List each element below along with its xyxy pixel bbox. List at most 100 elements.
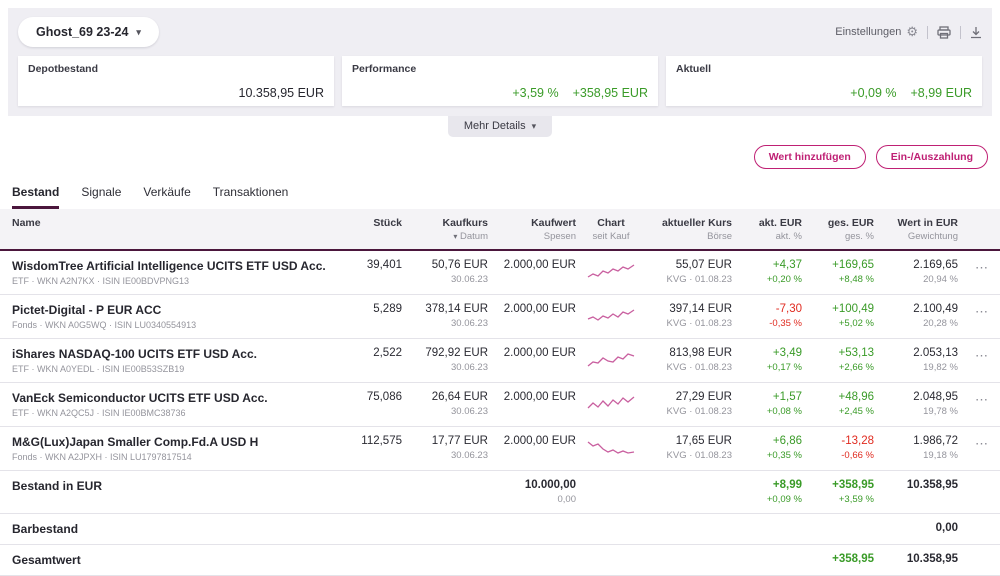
card-depotbestand: Depotbestand 10.358,95 EUR [18,56,334,106]
tab-verkaeufe[interactable]: Verkäufe [143,183,190,209]
tab-bestand[interactable]: Bestand [12,183,60,209]
cell-kurs: 17,65 EUR KVG · 01.08.23 [666,435,732,461]
cell-akt: +4,37 +0,20 % [766,259,802,285]
cell-kaufkurs: 50,76 EUR 30.06.23 [431,259,488,285]
cell-akt: +6,86 +0,35 % [766,435,802,461]
column-header-stueck[interactable]: Stück [354,217,402,229]
sparkline-chart [586,303,636,327]
cell-kaufkurs: 17,77 EUR 30.06.23 [431,435,488,461]
settings-link[interactable]: Einstellungen ⚙ [835,24,918,40]
column-header-kaufwert[interactable]: Kaufwert Spesen [498,217,576,242]
cell-stueck: 75,086 [366,391,402,403]
print-button[interactable] [937,25,951,39]
cell-kaufkurs: 792,92 EUR 30.06.23 [425,347,488,373]
download-button[interactable] [970,26,982,39]
row-menu-button[interactable]: ⋯ [975,437,988,450]
settings-label: Einstellungen [835,26,902,38]
cell-menu: ⋯ [968,435,988,453]
table-header: Name Stück Kaufkurs ▾ Datum Kaufwert Spe… [0,209,1000,251]
divider [960,25,961,39]
asset-name-link[interactable]: M&G(Lux)Japan Smaller Comp.Fd.A USD H [12,435,344,449]
cell-kaufwert: 2.000,00 EUR [503,303,576,315]
summary-label: Barbestand [12,522,79,536]
summary-wert: 10.358,95 [906,479,958,491]
cell-menu: ⋯ [968,303,988,321]
chevron-down-icon: ▾ [136,26,141,37]
table-row: WisdomTree Artificial Intelligence UCITS… [0,251,1000,295]
cell-akt: -7,30 -0,35 % [769,303,802,329]
depot-selector[interactable]: Ghost_69 23-24 ▾ [18,17,159,47]
sort-icon: ▾ [453,232,458,241]
performance-percent: +3,59 % [512,86,559,100]
row-menu-button[interactable]: ⋯ [975,393,988,406]
tab-transaktionen[interactable]: Transaktionen [213,183,289,209]
card-label: Aktuell [676,63,712,75]
summary-row-gesamtwert: Gesamtwert +358,95 10.358,95 [0,545,1000,576]
cell-kurs: 55,07 EUR KVG · 01.08.23 [666,259,732,285]
asset-name-link[interactable]: iShares NASDAQ-100 UCITS ETF USD Acc. [12,347,344,361]
cell-menu: ⋯ [968,347,988,365]
sparkline-chart [586,347,636,371]
deposit-withdraw-button[interactable]: Ein-/Auszahlung [875,145,988,169]
holdings-table: Name Stück Kaufkurs ▾ Datum Kaufwert Spe… [0,209,1000,576]
action-buttons: Wert hinzufügen Ein-/Auszahlung [12,145,988,169]
column-header-wert[interactable]: Wert in EUR Gewichtung [884,217,958,242]
asset-name-link[interactable]: Pictet-Digital - P EUR ACC [12,303,344,317]
today-percent: +0,09 % [850,86,897,100]
card-label: Depotbestand [28,63,99,75]
summary-wert: 0,00 [935,522,958,534]
asset-name-link[interactable]: WisdomTree Artificial Intelligence UCITS… [12,259,344,273]
cell-menu: ⋯ [968,259,988,277]
cell-kurs: 397,14 EUR KVG · 01.08.23 [666,303,732,329]
card-aktuell: Aktuell +0,09 % +8,99 EUR [666,56,982,106]
cell-wert: 2.100,49 20,28 % [913,303,958,329]
row-menu-button[interactable]: ⋯ [975,349,988,362]
column-header-akt[interactable]: akt. EUR akt. % [742,217,802,242]
column-header-kurs[interactable]: aktueller Kurs Börse [646,217,732,242]
table-row: VanEck Semiconductor UCITS ETF USD Acc. … [0,383,1000,427]
cell-stueck: 2,522 [373,347,402,359]
depot-value: 10.358,95 EUR [238,86,324,100]
table-row: Pictet-Digital - P EUR ACC Fonds · WKN A… [0,295,1000,339]
download-icon [971,26,981,38]
summary-row-bestand: Bestand in EUR 10.000,00 0,00 +8,99 +0,0… [0,471,1000,514]
summary-ges: +358,95 [832,553,874,565]
column-header-chart[interactable]: Chart seit Kauf [586,217,636,242]
asset-name-link[interactable]: VanEck Semiconductor UCITS ETF USD Acc. [12,391,344,405]
cell-akt: +3,49 +0,17 % [766,347,802,373]
cell-ges: +169,65 +8,48 % [832,259,874,285]
cell-akt: +1,57 +0,08 % [766,391,802,417]
column-header-kaufkurs[interactable]: Kaufkurs ▾ Datum [412,217,488,242]
asset-details: ETF · WKN A2QC5J · ISIN IE00BMC38736 [12,408,186,418]
cell-kaufwert: 2.000,00 EUR [503,435,576,447]
cell-kurs: 813,98 EUR KVG · 01.08.23 [666,347,732,373]
row-menu-button[interactable]: ⋯ [975,261,988,274]
summary-akt: +8,99 +0,09 % [766,479,802,505]
cell-kaufkurs: 26,64 EUR 30.06.23 [431,391,488,417]
cell-ges: -13,28 -0,66 % [841,435,874,461]
cell-menu: ⋯ [968,391,988,409]
sparkline-chart [586,391,636,415]
more-details-label: Mehr Details [463,120,526,132]
more-details-button[interactable]: Mehr Details ▾ [447,116,553,137]
summary-kaufwert: 10.000,00 0,00 [524,479,576,505]
cell-wert: 2.169,65 20,94 % [913,259,958,285]
asset-details: Fonds · WKN A0G5WQ · ISIN LU0340554913 [12,320,197,330]
column-header-name[interactable]: Name [12,217,344,229]
topbar-tools: Einstellungen ⚙ [835,24,982,40]
summary-ges: +358,95 +3,59 % [832,479,874,505]
gear-icon: ⚙ [906,24,918,39]
column-header-ges[interactable]: ges. EUR ges. % [812,217,874,242]
summary-row-barbestand: Barbestand 0,00 [0,514,1000,545]
cell-wert: 2.048,95 19,78 % [913,391,958,417]
cell-kaufwert: 2.000,00 EUR [503,259,576,271]
printer-icon [937,25,951,39]
summary-label: Bestand in EUR [12,479,103,493]
asset-details: ETF · WKN A2N7KX · ISIN IE00BDVPNG13 [12,276,190,286]
sparkline-chart [586,259,636,283]
divider [927,25,928,39]
cell-ges: +53,13 +2,66 % [838,347,875,373]
add-asset-button[interactable]: Wert hinzufügen [753,145,866,169]
tab-signale[interactable]: Signale [81,183,121,209]
row-menu-button[interactable]: ⋯ [975,305,988,318]
